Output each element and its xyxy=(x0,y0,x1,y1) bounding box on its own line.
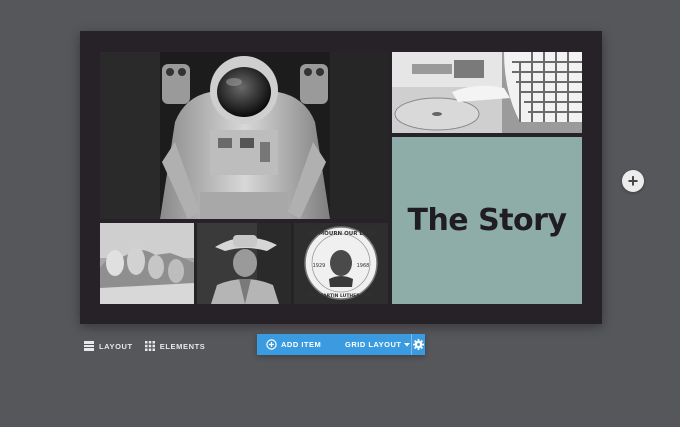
story-canvas[interactable]: The Story WE MOURN OUR LOSS 1929 1968 DR… xyxy=(80,31,602,324)
add-item-label: ADD ITEM xyxy=(281,340,322,349)
story-title: The Story xyxy=(407,203,567,238)
bottom-left-tools: LAYOUT ELEMENTS xyxy=(84,338,217,354)
grid-dots-icon xyxy=(144,341,155,351)
button-year-left: 1929 xyxy=(313,263,326,269)
story-title-tile[interactable]: The Story xyxy=(392,137,582,304)
chevron-down-icon xyxy=(404,342,411,346)
elements-button[interactable]: ELEMENTS xyxy=(144,341,206,351)
add-item-button[interactable]: ADD ITEM xyxy=(257,334,332,355)
astronaut-photo[interactable] xyxy=(100,52,388,219)
layout-rows-icon xyxy=(84,341,94,351)
bottom-toolbar: ADD ITEM GRID LAYOUT xyxy=(257,334,425,355)
record-player-photo[interactable] xyxy=(392,52,582,133)
mount-rushmore-photo[interactable] xyxy=(100,223,194,304)
layout-label: LAYOUT xyxy=(99,341,133,351)
button-year-right: 1968 xyxy=(357,263,370,269)
cowboy-photo[interactable] xyxy=(197,223,291,304)
gear-icon xyxy=(413,339,424,350)
plus-circle-icon xyxy=(266,339,277,350)
button-top-text: WE MOURN OUR LOSS xyxy=(307,231,375,237)
grid-layout-dropdown[interactable]: GRID LAYOUT xyxy=(332,334,411,355)
mlk-memorial-button-photo[interactable]: WE MOURN OUR LOSS 1929 1968 DR. MARTIN L… xyxy=(294,223,388,304)
grid-layout-label: GRID LAYOUT xyxy=(345,340,402,349)
button-bottom-text: DR. MARTIN LUTHER KING xyxy=(308,293,374,299)
elements-label: ELEMENTS xyxy=(159,341,206,351)
plus-icon[interactable]: + xyxy=(622,170,644,192)
layout-button[interactable]: LAYOUT xyxy=(84,341,133,351)
settings-button[interactable] xyxy=(412,334,425,355)
